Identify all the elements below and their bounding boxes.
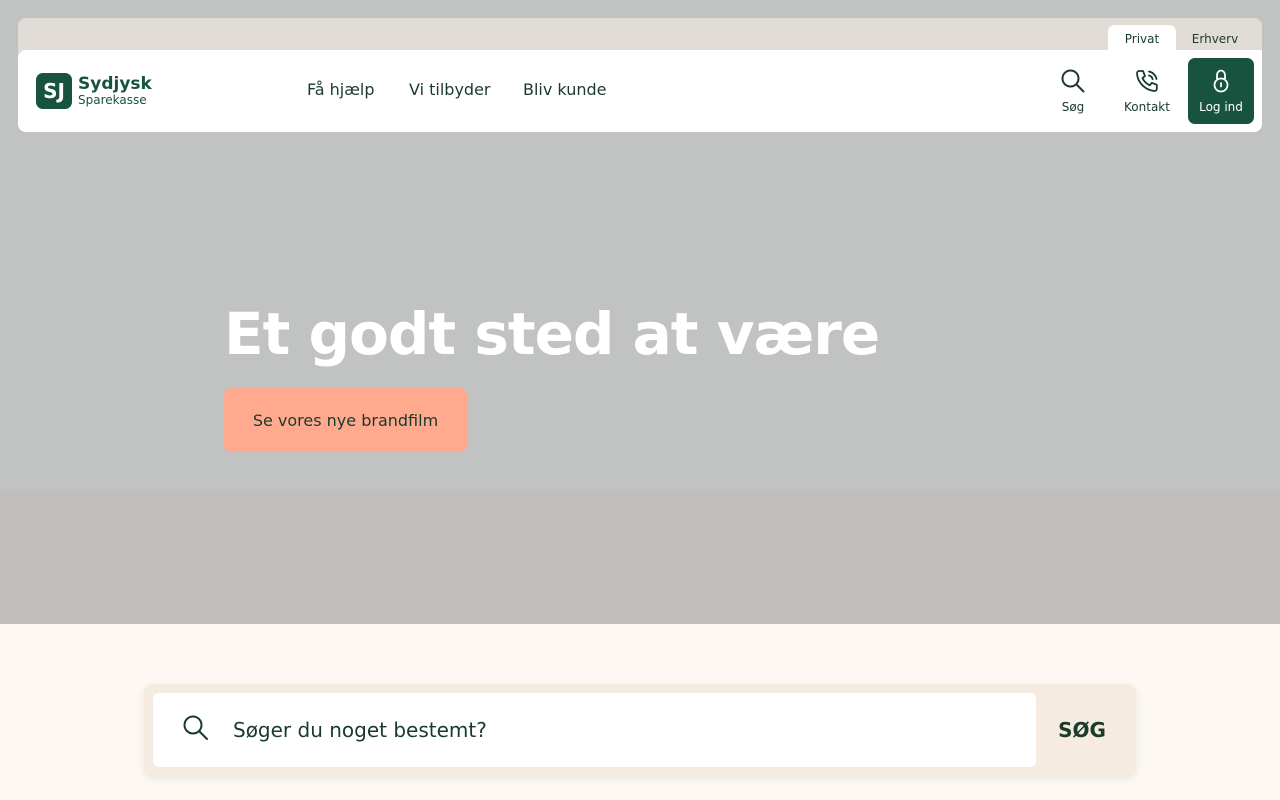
logo-line1: Sydjysk xyxy=(78,74,152,94)
nav-item-vi-tilbyder[interactable]: Vi tilbyder xyxy=(409,80,491,99)
contact-button[interactable]: Kontakt xyxy=(1114,58,1180,124)
search-button-label: Søg xyxy=(1061,100,1085,114)
logo-line2: Sparekasse xyxy=(78,93,147,107)
nav-item-bliv-kunde[interactable]: Bliv kunde xyxy=(523,80,606,99)
logo[interactable]: SJ Sydjysk Sparekasse xyxy=(36,72,152,110)
hero-title: Et godt sted at være xyxy=(224,300,880,368)
login-button[interactable]: Log ind xyxy=(1188,58,1254,124)
search-submit-button[interactable]: SØG xyxy=(1040,700,1124,760)
search-input[interactable] xyxy=(233,705,1013,755)
search-icon xyxy=(183,715,208,740)
search-button[interactable]: Søg xyxy=(1040,58,1106,124)
contact-button-label: Kontakt xyxy=(1124,100,1170,114)
lock-icon xyxy=(1213,69,1229,93)
logo-text: Sydjysk Sparekasse xyxy=(78,74,152,107)
login-button-label: Log ind xyxy=(1199,100,1243,114)
segment-privat[interactable]: Privat xyxy=(1108,25,1176,53)
brand-film-button[interactable]: Se vores nye brandfilm xyxy=(224,388,467,452)
segment-erhverv[interactable]: Erhverv xyxy=(1180,25,1250,53)
hero-video-area xyxy=(0,490,1280,624)
phone-icon xyxy=(1136,70,1158,92)
search-icon xyxy=(1061,69,1085,93)
logo-mark: SJ xyxy=(36,73,72,109)
nav-item-faa-hjaelp[interactable]: Få hjælp xyxy=(307,80,375,99)
